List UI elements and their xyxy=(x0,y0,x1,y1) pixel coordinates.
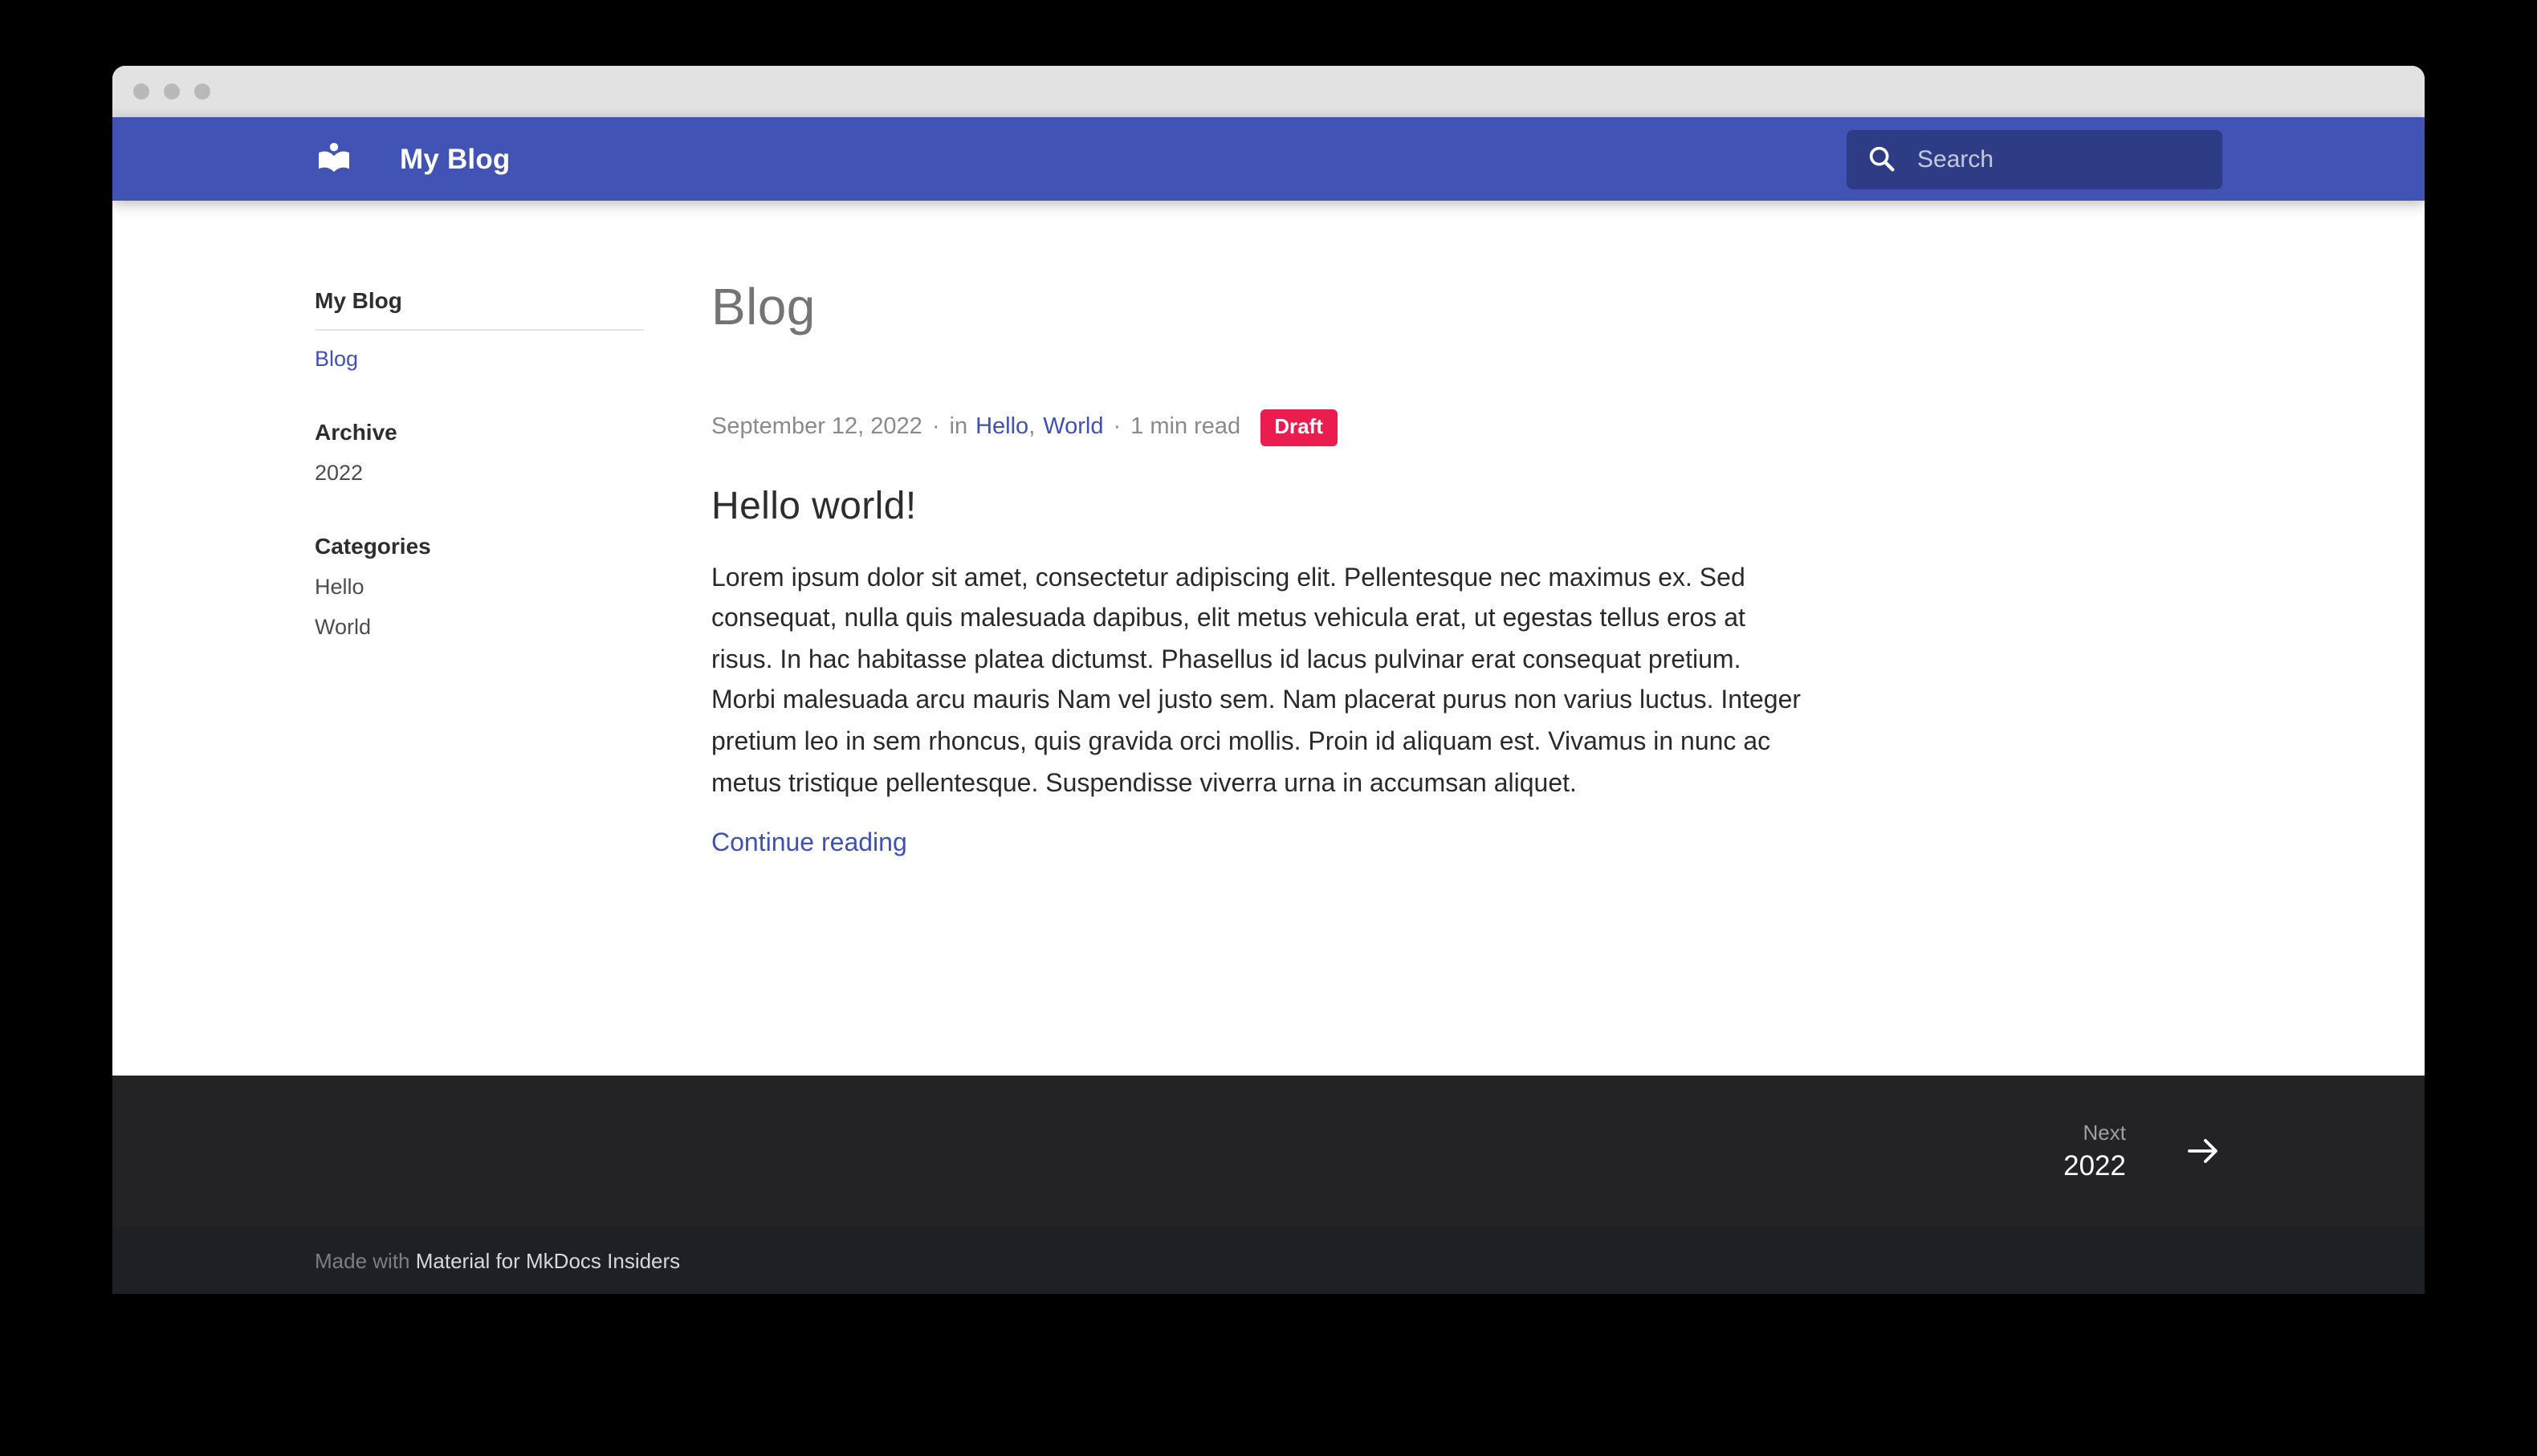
post-in-label: in xyxy=(950,415,968,441)
post-category-link-world[interactable]: World xyxy=(1043,415,1103,441)
main-content: Blog September 12, 2022 · in Hello, Worl… xyxy=(711,275,1819,859)
meta-separator: · xyxy=(932,415,940,441)
post-date: September 12, 2022 xyxy=(711,415,922,441)
desktop-background: My Blog My Blog Blog xyxy=(0,0,2537,1456)
window-control-dot[interactable] xyxy=(194,83,210,100)
made-with-text: Made with Material for MkDocs Insiders xyxy=(315,1248,680,1272)
continue-reading-link[interactable]: Continue reading xyxy=(711,830,907,859)
category-comma: , xyxy=(1028,415,1035,441)
footer-meta: Made with Material for MkDocs Insiders xyxy=(112,1226,2425,1294)
meta-separator: · xyxy=(1113,415,1121,441)
footer: Next 2022 Made with Material f xyxy=(112,1076,2425,1294)
post-category-link-hello[interactable]: Hello xyxy=(975,415,1028,441)
made-with-label: Made with xyxy=(315,1248,410,1272)
footer-next-title: 2022 xyxy=(2063,1149,2126,1182)
window-control-dot[interactable] xyxy=(133,83,149,100)
sidebar-item-2022[interactable]: 2022 xyxy=(315,461,711,485)
sidebar-item-world[interactable]: World xyxy=(315,615,711,639)
draft-badge: Draft xyxy=(1260,409,1338,445)
site-header: My Blog xyxy=(112,117,2425,201)
sidebar: My Blog Blog Archive 2022 Categories Hel… xyxy=(315,275,711,655)
search-input[interactable] xyxy=(1847,129,2222,189)
arrow-right-icon xyxy=(2184,1132,2222,1170)
window-titlebar[interactable] xyxy=(112,66,2425,117)
window-control-dot[interactable] xyxy=(164,83,180,100)
post-meta: September 12, 2022 · in Hello, World · 1… xyxy=(711,409,1819,445)
sidebar-site-title: My Blog xyxy=(315,275,711,326)
sidebar-item-blog[interactable]: Blog xyxy=(315,347,711,371)
sidebar-section-categories: Categories xyxy=(315,533,711,559)
footer-next-label: Next xyxy=(2083,1120,2126,1144)
post-excerpt: Lorem ipsum dolor sit amet, consectetur … xyxy=(711,558,1806,804)
site-title[interactable]: My Blog xyxy=(400,142,511,176)
site-logo-icon[interactable] xyxy=(315,140,353,178)
sidebar-section-archive: Archive xyxy=(315,419,711,445)
page-title: Blog xyxy=(711,275,1819,339)
post-title-link[interactable]: Hello world! xyxy=(711,484,1819,529)
post-read-time: 1 min read xyxy=(1130,415,1240,441)
generator-link[interactable]: Material for MkDocs Insiders xyxy=(416,1248,680,1272)
search-box[interactable] xyxy=(1847,129,2222,189)
sidebar-divider xyxy=(315,329,644,331)
footer-next-link[interactable]: Next 2022 xyxy=(2063,1120,2222,1182)
footer-nav: Next 2022 xyxy=(112,1076,2425,1226)
page-content: My Blog Blog Archive 2022 Categories Hel… xyxy=(112,201,2425,1076)
browser-window: My Blog My Blog Blog xyxy=(112,66,2425,1294)
sidebar-item-hello[interactable]: Hello xyxy=(315,575,711,599)
